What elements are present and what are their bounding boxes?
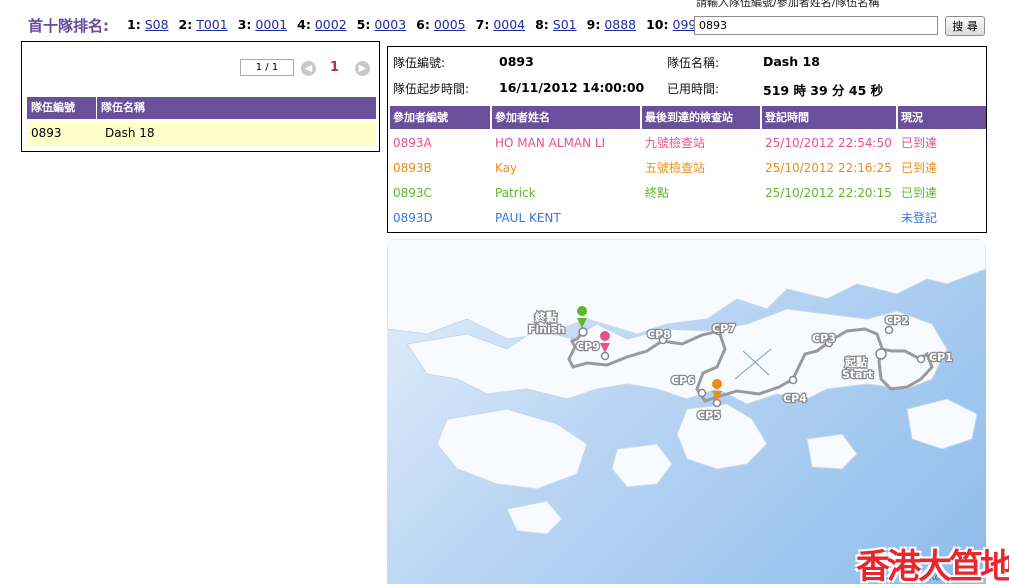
participant-id: 0893B — [393, 161, 432, 175]
route-map[interactable]: 終點 Finish CP9 CP8 CP7 CP6 CP5 CP4 CP3 CP… — [387, 239, 986, 584]
team-name-value: Dash 18 — [763, 54, 820, 69]
header-team-name: 隊伍名稱 — [101, 101, 145, 114]
elapsed-time-value: 519 時 39 分 45 秒 — [763, 83, 884, 98]
participant-id: 0893A — [393, 136, 432, 150]
participant-register-time: 25/10/2012 22:16:25 — [765, 161, 892, 175]
prev-page-icon[interactable]: ◀ — [301, 61, 316, 76]
header-register-time: 登記時間 — [762, 106, 896, 129]
start-time-value: 16/11/2012 14:00:00 — [499, 80, 645, 95]
rank-link[interactable]: 0002 — [315, 17, 347, 32]
participant-register-time: 25/10/2012 22:54:50 — [765, 136, 892, 150]
rank-link[interactable]: 0001 — [255, 17, 287, 32]
start-en-label: Start — [842, 368, 873, 381]
participant-status: 未登記 — [901, 211, 938, 225]
team-detail-panel: 隊伍編號: 0893 隊伍名稱: Dash 18 隊伍起步時間: 16/11/2… — [387, 46, 987, 233]
rank-link[interactable]: 0003 — [374, 17, 406, 32]
team-id-value: 0893 — [499, 54, 534, 69]
finish-cn-label: 終點 — [535, 310, 557, 324]
next-page-icon[interactable]: ▶ — [355, 61, 370, 76]
participant-id: 0893C — [393, 186, 432, 200]
cp8-label: CP8 — [647, 328, 671, 341]
table-row: 0893A HO MAN ALMAN LI 九號檢查站 25/10/2012 22:5… — [390, 131, 986, 156]
cp9-label: CP9 — [576, 340, 600, 353]
top-ten-rankings: 1: S08 2: T001 3: 0001 4: 0002 5: 0003 6… — [127, 17, 704, 32]
participants-header: 參加者編號 參加者姓名 最後到達的檢查站 登記時間 現況 — [390, 106, 986, 129]
cp6-label: CP6 — [671, 374, 695, 387]
participant-checkpoint: 九號檢查站 — [645, 136, 706, 150]
rank-number: 9: — [586, 17, 601, 32]
search-hint: 請輸入隊伍編號/參加者姓名/隊伍名稱 — [696, 0, 880, 9]
header-team-id: 隊伍編號 — [27, 97, 97, 119]
top-ten-title: 首十隊排名: — [28, 17, 109, 35]
rank-number: 10: — [646, 17, 669, 32]
participant-status: 已到達 — [901, 136, 938, 150]
header-participant-id: 參加者編號 — [390, 106, 490, 129]
hong-kong-map: 終點 Finish CP9 CP8 CP7 CP6 CP5 CP4 CP3 CP… — [387, 239, 986, 535]
start-time-label: 隊伍起步時間: — [393, 82, 470, 96]
rank-number: 8: — [535, 17, 549, 32]
table-row: 0893C Patrick 終點 25/10/2012 22:20:15 已到達 — [390, 181, 986, 206]
page-indicator: 1 / 1 — [240, 59, 294, 76]
team-list-header: 隊伍編號 隊伍名稱 — [27, 97, 376, 119]
search-input[interactable] — [694, 16, 938, 35]
brand-logo: 香港大笪地 — [856, 547, 1009, 587]
table-row: 0893B Kay 五號檢查站 25/10/2012 22:16:25 已到達 — [390, 156, 986, 181]
header-status: 現況 — [898, 106, 986, 129]
cp7-label: CP7 — [712, 322, 736, 335]
cp1-label: CP1 — [929, 351, 953, 364]
row-team-id: 0893 — [31, 126, 62, 140]
rank-link[interactable]: 0005 — [434, 17, 466, 32]
start-cn-label: 起點 — [844, 355, 867, 369]
cp5-label: CP5 — [697, 409, 721, 422]
row-team-name: Dash 18 — [105, 126, 155, 140]
rank-link[interactable]: S01 — [553, 17, 577, 32]
table-row[interactable]: 0893 Dash 18 — [27, 122, 376, 145]
rank-link[interactable]: S08 — [145, 17, 169, 32]
search-button[interactable]: 搜 尋 — [945, 16, 985, 36]
participant-name: HO MAN ALMAN LI — [495, 136, 606, 150]
participant-register-time — [762, 206, 765, 231]
rank-number: 6: — [416, 17, 430, 32]
team-name-label: 隊伍名稱: — [667, 56, 720, 70]
participant-status: 已到達 — [901, 186, 938, 200]
participant-id: 0893D — [393, 211, 433, 225]
cp3-label: CP3 — [812, 332, 836, 345]
participant-checkpoint: 五號檢查站 — [645, 161, 706, 175]
rank-number: 2: — [178, 17, 193, 32]
rank-number: 4: — [297, 17, 311, 32]
team-id-label: 隊伍編號: — [393, 56, 446, 70]
participant-name: Kay — [495, 161, 518, 175]
rank-link[interactable]: T001 — [196, 17, 228, 32]
participant-register-time: 25/10/2012 22:20:15 — [765, 186, 892, 200]
participant-checkpoint: 終點 — [645, 186, 670, 200]
current-page-link[interactable]: 1 — [330, 60, 339, 75]
cp2-label: CP2 — [885, 314, 909, 327]
rank-number: 7: — [475, 17, 490, 32]
cp4-label: CP4 — [783, 392, 807, 405]
participant-name: PAUL KENT — [495, 211, 561, 225]
rank-number: 1: — [127, 17, 141, 32]
team-list-panel: 1 / 1 ◀ 1 ▶ 隊伍編號 隊伍名稱 0893 Dash 18 — [21, 41, 380, 152]
participant-name: Patrick — [495, 186, 536, 200]
elapsed-time-label: 已用時間: — [667, 82, 720, 96]
header-last-checkpoint: 最後到達的檢查站 — [642, 106, 760, 129]
participant-checkpoint — [642, 206, 645, 231]
rank-number: 3: — [237, 17, 252, 32]
table-row: 0893D PAUL KENT 未登記 — [390, 206, 986, 231]
participant-status: 已到達 — [901, 161, 938, 175]
rank-number: 5: — [356, 17, 371, 32]
finish-en-label: Finish — [528, 323, 565, 336]
header-participant-name: 參加者姓名 — [492, 106, 640, 129]
rank-link[interactable]: 0004 — [493, 17, 525, 32]
rank-link[interactable]: 0888 — [604, 17, 636, 32]
